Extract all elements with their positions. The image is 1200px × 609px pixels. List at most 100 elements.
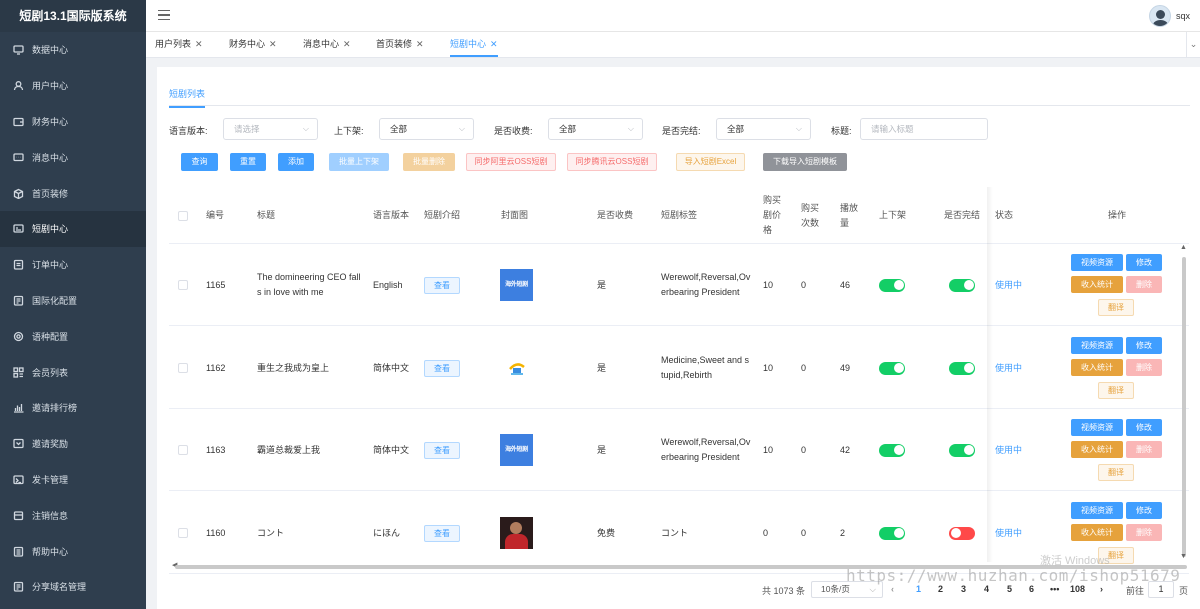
tab-messages[interactable]: 消息中心 ✕ — [303, 32, 351, 57]
sidebar-item-9[interactable]: 会员列表 — [0, 354, 146, 390]
delete-button[interactable]: 删除 — [1126, 524, 1162, 541]
prev-page-icon[interactable]: ‹ — [891, 584, 894, 594]
hamburger-menu-icon[interactable] — [158, 10, 170, 22]
avatar[interactable] — [1148, 5, 1171, 27]
tab-homepage-decor[interactable]: 首页装修 ✕ — [376, 32, 424, 57]
scroll-down-icon[interactable]: ▼ — [1180, 553, 1187, 560]
download-template-button[interactable]: 下载导入短剧模板 — [763, 153, 847, 171]
sidebar-item-13[interactable]: 注销信息 — [0, 497, 146, 533]
tab-finance[interactable]: 财务中心 ✕ — [229, 32, 277, 57]
row-checkbox[interactable] — [178, 363, 188, 373]
close-icon[interactable]: ✕ — [269, 39, 277, 49]
reset-button[interactable]: 重置 — [230, 153, 266, 171]
divider — [169, 105, 1190, 106]
shelf-toggle[interactable] — [879, 361, 905, 375]
video-resource-button[interactable]: 视频资源 — [1071, 419, 1123, 436]
page-6[interactable]: 6 — [1029, 584, 1034, 594]
finished-toggle[interactable] — [949, 278, 975, 292]
user-menu[interactable]: sqx — [1148, 5, 1190, 27]
shelf-select[interactable]: 全部 ⌵ — [379, 118, 474, 140]
status-text[interactable]: 使用中 — [995, 409, 1022, 491]
row-checkbox-cell — [178, 492, 188, 574]
sidebar-item-2[interactable]: 财务中心 — [0, 104, 146, 140]
import-excel-button[interactable]: 导入短剧Excel — [676, 153, 745, 171]
sidebar-item-3[interactable]: 消息中心 — [0, 139, 146, 175]
next-page-icon[interactable]: › — [1100, 584, 1103, 594]
chevron-down-icon[interactable]: ⌄ — [1186, 32, 1200, 57]
status-text[interactable]: 使用中 — [995, 244, 1022, 326]
tab-user-list[interactable]: 用户列表 ✕ — [155, 32, 203, 57]
translate-button[interactable]: 翻译 — [1098, 299, 1134, 316]
batch-shelf-button[interactable]: 批量上下架 — [329, 153, 389, 171]
delete-button[interactable]: 删除 — [1126, 276, 1162, 293]
close-icon[interactable]: ✕ — [416, 39, 424, 49]
close-icon[interactable]: ✕ — [195, 39, 203, 49]
row-checkbox[interactable] — [178, 528, 188, 538]
view-intro-button[interactable]: 查看 — [424, 441, 460, 459]
edit-button[interactable]: 修改 — [1126, 254, 1162, 271]
view-intro-button[interactable]: 查看 — [424, 524, 460, 542]
status-text[interactable]: 使用中 — [995, 327, 1022, 409]
select-all-checkbox[interactable] — [178, 210, 188, 221]
income-stats-button[interactable]: 收入统计 — [1071, 524, 1123, 541]
sidebar-item-10[interactable]: 邀请排行榜 — [0, 390, 146, 426]
delete-button[interactable]: 删除 — [1126, 441, 1162, 458]
sidebar-item-11[interactable]: 邀请奖励 — [0, 426, 146, 462]
sidebar-item-5[interactable]: 短剧中心 — [0, 210, 146, 247]
page-last[interactable]: 108 — [1070, 584, 1085, 594]
finished-toggle[interactable] — [949, 526, 975, 540]
edit-button[interactable]: 修改 — [1126, 419, 1162, 436]
shelf-toggle[interactable] — [879, 526, 905, 540]
tab-drama-center[interactable]: 短剧中心 ✕ — [450, 32, 498, 57]
language-select[interactable]: 请选择 ⌵ — [223, 118, 318, 140]
video-resource-button[interactable]: 视频资源 — [1071, 337, 1123, 354]
sync-aliyun-oss-button[interactable]: 同步阿里云OSS短剧 — [466, 153, 556, 171]
sidebar-item-1[interactable]: 用户中心 — [0, 68, 146, 104]
finished-select[interactable]: 全部 ⌵ — [716, 118, 811, 140]
page-3[interactable]: 3 — [961, 584, 966, 594]
page-4[interactable]: 4 — [984, 584, 989, 594]
add-button[interactable]: 添加 — [278, 153, 314, 171]
sync-tencent-oss-button[interactable]: 同步腾讯云OSS短剧 — [567, 153, 657, 171]
close-icon[interactable]: ✕ — [490, 39, 498, 49]
batch-delete-button[interactable]: 批量删除 — [403, 153, 455, 171]
sidebar-item-0[interactable]: 数据中心 — [0, 32, 146, 68]
title-input[interactable]: 请输入标题 — [860, 118, 988, 140]
edit-button[interactable]: 修改 — [1126, 337, 1162, 354]
translate-button[interactable]: 翻译 — [1098, 382, 1134, 399]
income-stats-button[interactable]: 收入统计 — [1071, 359, 1123, 376]
view-intro-button[interactable]: 查看 — [424, 359, 460, 377]
page-ellipsis[interactable]: ••• — [1050, 584, 1059, 594]
sidebar-item-4[interactable]: 首页装修 — [0, 175, 146, 211]
page-2[interactable]: 2 — [938, 584, 943, 594]
sidebar-item-12[interactable]: 发卡管理 — [0, 462, 146, 498]
page-1[interactable]: 1 — [916, 584, 921, 594]
video-resource-button[interactable]: 视频资源 — [1071, 254, 1123, 271]
header-tags: 短剧标签 — [661, 210, 698, 220]
shelf-toggle[interactable] — [879, 278, 905, 292]
delete-button[interactable]: 删除 — [1126, 359, 1162, 376]
row-checkbox[interactable] — [178, 445, 188, 455]
close-icon[interactable]: ✕ — [343, 39, 351, 49]
row-checkbox[interactable] — [178, 280, 188, 290]
query-button[interactable]: 查询 — [181, 153, 218, 171]
view-intro-button[interactable]: 查看 — [424, 276, 460, 294]
video-resource-button[interactable]: 视频资源 — [1071, 502, 1123, 519]
page-5[interactable]: 5 — [1007, 584, 1012, 594]
sidebar-item-15[interactable]: 分享域名管理 — [0, 569, 146, 605]
sidebar-item-8[interactable]: 语种配置 — [0, 318, 146, 354]
translate-button[interactable]: 翻译 — [1098, 464, 1134, 481]
scroll-up-icon[interactable]: ▲ — [1180, 244, 1187, 251]
paid-select[interactable]: 全部 ⌵ — [548, 118, 643, 140]
edit-button[interactable]: 修改 — [1126, 502, 1162, 519]
sidebar-item-7[interactable]: 国际化配置 — [0, 283, 146, 319]
status-text[interactable]: 使用中 — [995, 492, 1022, 574]
sidebar-item-14[interactable]: 帮助中心 — [0, 533, 146, 569]
sidebar-item-6[interactable]: 订单中心 — [0, 247, 146, 283]
finished-toggle[interactable] — [949, 443, 975, 457]
finished-toggle[interactable] — [949, 361, 975, 375]
income-stats-button[interactable]: 收入统计 — [1071, 441, 1123, 458]
shelf-toggle[interactable] — [879, 443, 905, 457]
vertical-scrollbar[interactable] — [1182, 257, 1186, 557]
income-stats-button[interactable]: 收入统计 — [1071, 276, 1123, 293]
